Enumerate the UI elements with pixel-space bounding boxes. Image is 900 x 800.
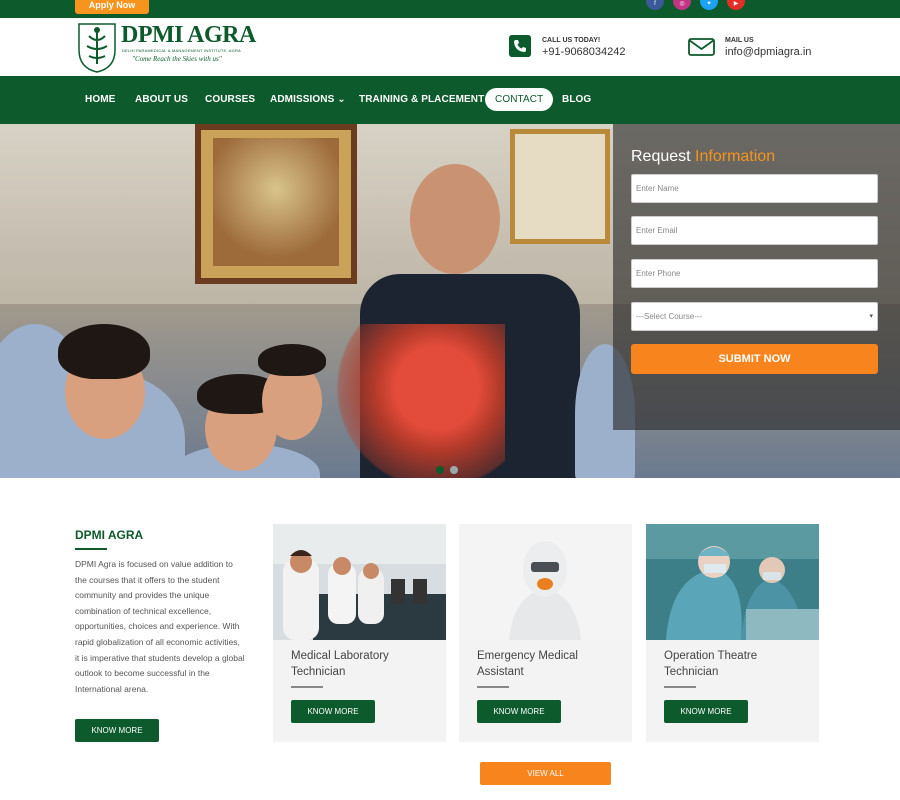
- logo-subtitle: DELHI PARAMEDICAL & MANAGEMENT INSTITUTE…: [122, 48, 241, 53]
- call-number[interactable]: +91-9068034242: [542, 46, 626, 58]
- course-select[interactable]: ---Select Course--- ▾: [631, 302, 878, 331]
- site-header: DPMI AGRA DELHI PARAMEDICAL & MANAGEMENT…: [0, 18, 900, 76]
- apply-now-button[interactable]: Apply Now: [75, 0, 149, 14]
- top-bar: Apply Now f ◎ ✦ ▶: [0, 0, 900, 18]
- youtube-icon[interactable]: ▶: [727, 0, 745, 10]
- mail-label: MAIL US: [725, 37, 754, 44]
- form-title: Request Information: [631, 148, 775, 166]
- nav-item-about-us[interactable]: ABOUT US: [135, 94, 188, 105]
- logo-tagline: "Come Reach the Skies with us": [132, 55, 222, 63]
- social-links: f ◎ ✦ ▶: [646, 0, 745, 10]
- hero-slider: Request Information Enter Name Enter Ema…: [0, 124, 900, 478]
- phone-input[interactable]: Enter Phone: [631, 259, 878, 288]
- main-nav: HOME ABOUT US COURSES ADMISSIONS ⌄ TRAIN…: [0, 76, 900, 124]
- mail-icon: [688, 38, 715, 56]
- facebook-icon[interactable]: f: [646, 0, 664, 10]
- course-card-mlt[interactable]: Medical Laboratory Technician KNOW MORE: [273, 524, 446, 742]
- student-hair: [58, 324, 150, 379]
- slider-dot[interactable]: [450, 466, 458, 474]
- operation-theatre-image: [646, 524, 819, 640]
- about-text: DPMI Agra is focused on value addition t…: [75, 559, 245, 694]
- nav-item-admissions[interactable]: ADMISSIONS ⌄: [270, 94, 346, 105]
- lab-technician-image: [273, 524, 446, 640]
- form-title-highlight: Information: [695, 148, 776, 165]
- nav-item-courses[interactable]: COURSES: [205, 94, 255, 105]
- email-input[interactable]: Enter Email: [631, 216, 878, 245]
- chevron-down-icon: ▾: [869, 313, 873, 320]
- course-title[interactable]: Emergency Medical Assistant: [477, 648, 627, 680]
- nav-item-training-placement[interactable]: TRAINING & PLACEMENT: [359, 94, 484, 105]
- about-know-more-button[interactable]: KNOW MORE: [75, 719, 159, 742]
- instagram-icon[interactable]: ◎: [673, 0, 691, 10]
- student-hair: [258, 344, 326, 376]
- emergency-assistant-image: [459, 524, 632, 640]
- guest-face: [410, 164, 500, 274]
- slider-dots: [436, 466, 458, 474]
- nav-item-blog[interactable]: BLOG: [562, 94, 591, 105]
- request-info-form: Request Information Enter Name Enter Ema…: [613, 124, 900, 430]
- course-select-value: ---Select Course---: [636, 312, 703, 321]
- course-title[interactable]: Operation Theatre Technician: [664, 648, 814, 680]
- bouquet: [335, 324, 505, 478]
- course-divider: [664, 686, 696, 688]
- course-divider: [477, 686, 509, 688]
- course-card-ott[interactable]: Operation Theatre Technician KNOW MORE: [646, 524, 819, 742]
- wall-painting: [195, 124, 357, 284]
- call-label: CALL US TODAY!: [542, 37, 601, 44]
- form-title-plain: Request: [631, 148, 696, 165]
- logo-title[interactable]: DPMI AGRA: [121, 22, 256, 49]
- course-know-more-button[interactable]: KNOW MORE: [664, 700, 748, 723]
- course-divider: [291, 686, 323, 688]
- slider-dot[interactable]: [436, 466, 444, 474]
- submit-button[interactable]: SUBMIT NOW: [631, 344, 878, 374]
- name-input[interactable]: Enter Name: [631, 174, 878, 203]
- course-card-ema[interactable]: Emergency Medical Assistant KNOW MORE: [459, 524, 632, 742]
- course-title[interactable]: Medical Laboratory Technician: [291, 648, 441, 680]
- course-know-more-button[interactable]: KNOW MORE: [477, 700, 561, 723]
- twitter-icon[interactable]: ✦: [700, 0, 718, 10]
- about-divider: [75, 548, 107, 550]
- nav-item-contact[interactable]: CONTACT: [485, 88, 554, 111]
- nav-item-home[interactable]: HOME: [85, 94, 115, 105]
- about-title: DPMI AGRA: [75, 528, 144, 542]
- view-all-button[interactable]: VIEW ALL: [480, 762, 611, 785]
- course-know-more-button[interactable]: KNOW MORE: [291, 700, 375, 723]
- wall-photo-frame: [510, 129, 610, 244]
- logo-emblem-icon[interactable]: [75, 20, 119, 74]
- phone-icon: [509, 35, 531, 57]
- mail-address[interactable]: info@dpmiagra.in: [725, 46, 811, 58]
